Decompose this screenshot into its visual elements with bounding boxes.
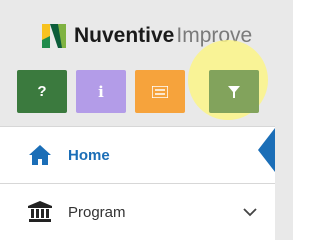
- list-icon: [152, 85, 168, 98]
- help-button[interactable]: ?: [17, 70, 67, 113]
- help-label: ?: [37, 83, 47, 100]
- nuventive-logo-icon: [42, 24, 66, 48]
- notes-button[interactable]: [135, 70, 185, 113]
- home-icon: [29, 145, 51, 165]
- active-indicator: [258, 128, 275, 172]
- panel-edge: [275, 126, 293, 240]
- brand-name: Nuventive: [74, 24, 175, 47]
- nav-item-home[interactable]: Home: [0, 127, 275, 183]
- chevron-down-icon[interactable]: [243, 208, 257, 217]
- info-button[interactable]: i: [76, 70, 126, 113]
- filter-button[interactable]: [209, 70, 259, 113]
- home-label: Home: [68, 146, 110, 164]
- program-label: Program: [68, 203, 126, 221]
- nav-item-program[interactable]: Program: [0, 184, 275, 240]
- info-label: i: [98, 82, 104, 101]
- building-icon: [28, 201, 52, 222]
- filter-icon: [228, 85, 240, 98]
